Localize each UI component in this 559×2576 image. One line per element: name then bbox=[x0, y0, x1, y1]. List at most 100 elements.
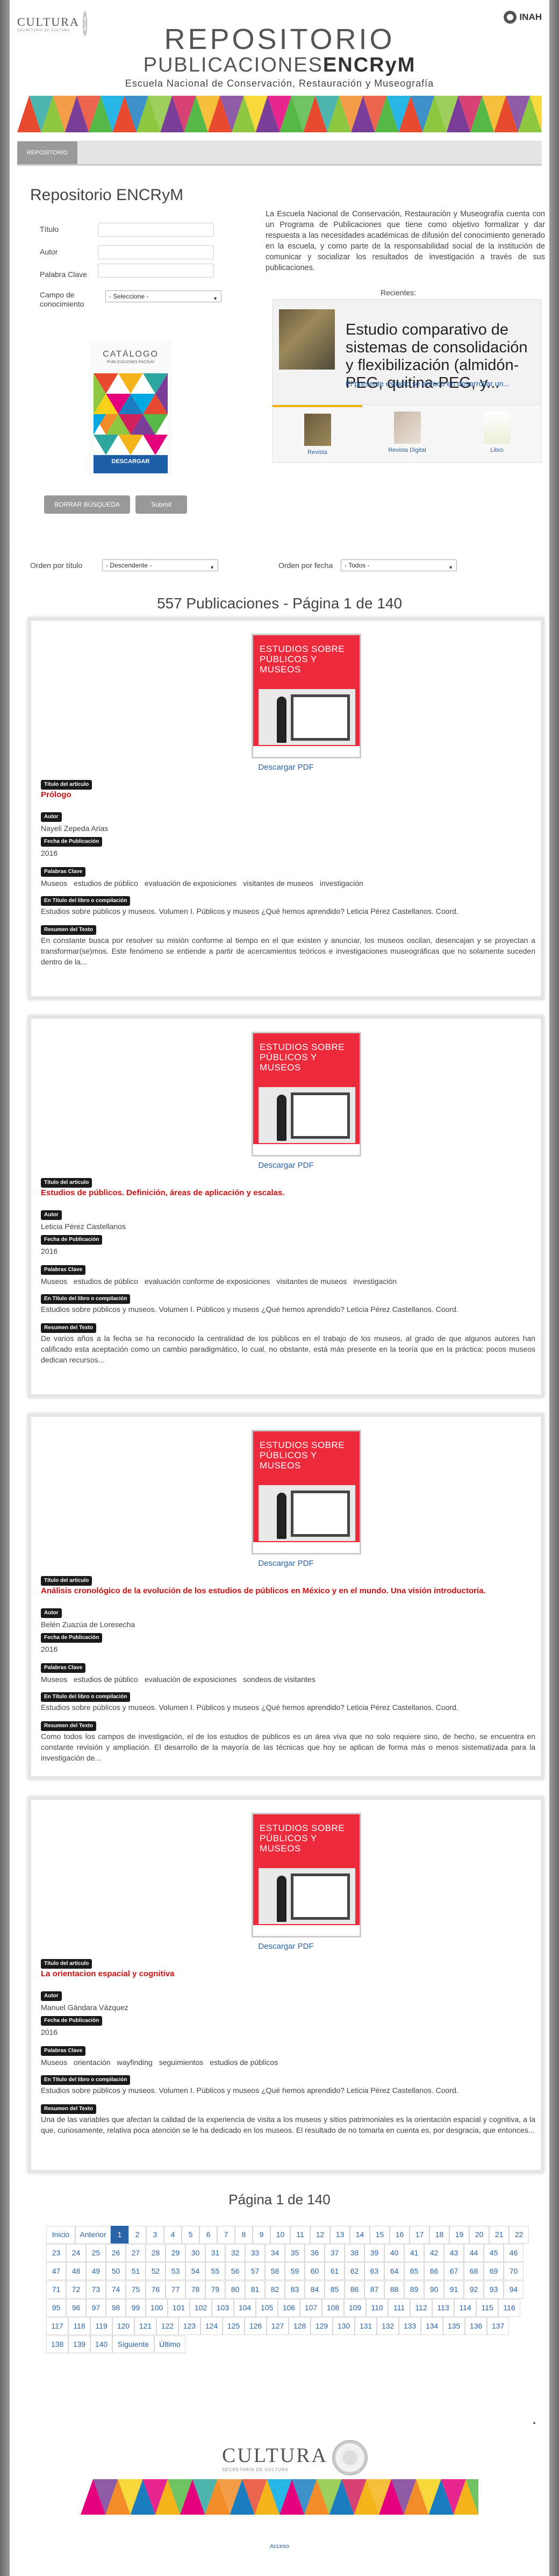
page-number-link[interactable]: 34 bbox=[265, 2244, 285, 2262]
page-number-link[interactable]: 19 bbox=[449, 2226, 469, 2244]
page-number-link[interactable]: 9 bbox=[253, 2226, 270, 2244]
page-number-link[interactable]: 110 bbox=[366, 2299, 388, 2317]
page-number-link[interactable]: 89 bbox=[404, 2281, 424, 2298]
page-number-link[interactable]: 118 bbox=[68, 2317, 90, 2335]
page-number-link[interactable]: 38 bbox=[345, 2244, 364, 2262]
page-number-link[interactable]: 88 bbox=[384, 2281, 404, 2298]
page-number-link[interactable]: 114 bbox=[454, 2299, 476, 2317]
page-number-link[interactable]: 133 bbox=[399, 2317, 421, 2335]
page-number-link[interactable]: 31 bbox=[205, 2244, 225, 2262]
submit-button[interactable]: Submit bbox=[135, 495, 187, 514]
article-title[interactable]: Análisis cronológico de la evolución de … bbox=[41, 1586, 535, 1596]
autor-input[interactable] bbox=[98, 245, 214, 259]
page-number-link[interactable]: 104 bbox=[234, 2299, 256, 2317]
palabra-clave-input[interactable] bbox=[98, 264, 214, 278]
page-number-link[interactable]: 122 bbox=[156, 2317, 178, 2335]
page-number-link[interactable]: 94 bbox=[504, 2281, 524, 2298]
page-number-link[interactable]: 87 bbox=[364, 2281, 384, 2298]
keyword[interactable]: investigación bbox=[353, 1277, 397, 1286]
page-number-link[interactable]: 101 bbox=[168, 2299, 190, 2317]
page-number-link[interactable]: 55 bbox=[205, 2262, 225, 2280]
page-number-link[interactable]: 119 bbox=[90, 2317, 112, 2335]
keyword[interactable]: evaluación de exposiciones bbox=[145, 1675, 236, 1684]
page-number-link[interactable]: 129 bbox=[311, 2317, 333, 2335]
page-number-link[interactable]: 16 bbox=[390, 2226, 410, 2244]
page-number-link[interactable]: 105 bbox=[256, 2299, 278, 2317]
page-number-link[interactable]: 100 bbox=[146, 2299, 168, 2317]
keyword[interactable]: visitantes de museos bbox=[243, 879, 313, 888]
page-number-link[interactable]: 107 bbox=[300, 2299, 322, 2317]
page-number-link[interactable]: 98 bbox=[106, 2299, 126, 2317]
page-number-link[interactable]: 86 bbox=[345, 2281, 364, 2298]
page-number-link[interactable]: 124 bbox=[200, 2317, 223, 2335]
page-number-link[interactable]: 15 bbox=[370, 2226, 390, 2244]
page-number-link[interactable]: 10 bbox=[270, 2226, 290, 2244]
page-number-link[interactable]: 83 bbox=[285, 2281, 305, 2298]
page-number-link[interactable]: 125 bbox=[223, 2317, 245, 2335]
keyword[interactable]: estudios de públicos bbox=[210, 2058, 278, 2067]
download-pdf-link[interactable]: Descargar PDF bbox=[31, 1559, 541, 1568]
page-number-link[interactable]: 140 bbox=[90, 2336, 112, 2353]
page-number-link[interactable]: 63 bbox=[364, 2262, 384, 2280]
page-number-link[interactable]: 2 bbox=[128, 2226, 146, 2244]
page-number-link[interactable]: 84 bbox=[305, 2281, 325, 2298]
page-number-link[interactable]: 5 bbox=[182, 2226, 199, 2244]
page-number-link[interactable]: 73 bbox=[86, 2281, 106, 2298]
page-number-link[interactable]: 79 bbox=[205, 2281, 225, 2298]
page-number-link[interactable]: 26 bbox=[106, 2244, 126, 2262]
page-number-link[interactable]: 66 bbox=[424, 2262, 444, 2280]
page-number-link[interactable]: 12 bbox=[310, 2226, 330, 2244]
page-number-link[interactable]: 60 bbox=[305, 2262, 325, 2280]
page-next-link[interactable]: Siguiente bbox=[112, 2336, 154, 2353]
page-number-link[interactable]: 28 bbox=[146, 2244, 166, 2262]
page-number-link[interactable]: 109 bbox=[344, 2299, 366, 2317]
page-number-link[interactable]: 37 bbox=[325, 2244, 345, 2262]
page-number-link[interactable]: 11 bbox=[290, 2226, 310, 2244]
page-number-link[interactable]: 14 bbox=[350, 2226, 370, 2244]
page-number-link[interactable]: 54 bbox=[185, 2262, 205, 2280]
page-last-link[interactable]: Último bbox=[154, 2336, 185, 2353]
page-number-link[interactable]: 80 bbox=[225, 2281, 245, 2298]
page-number-link[interactable]: 128 bbox=[289, 2317, 311, 2335]
page-first-link[interactable]: Inicio bbox=[46, 2226, 75, 2244]
page-number-link[interactable]: 90 bbox=[424, 2281, 444, 2298]
page-number-link[interactable]: 13 bbox=[330, 2226, 350, 2244]
page-number-link[interactable]: 93 bbox=[484, 2281, 504, 2298]
page-number-link[interactable]: 134 bbox=[421, 2317, 443, 2335]
page-number-link[interactable]: 85 bbox=[325, 2281, 345, 2298]
keyword[interactable]: wayfinding bbox=[117, 2058, 153, 2067]
page-number-link[interactable]: 36 bbox=[305, 2244, 325, 2262]
page-number-link[interactable]: 67 bbox=[444, 2262, 464, 2280]
page-number-link[interactable]: 112 bbox=[410, 2299, 432, 2317]
page-number-link[interactable]: 127 bbox=[267, 2317, 289, 2335]
page-number-link[interactable]: 48 bbox=[66, 2262, 86, 2280]
keyword[interactable]: estudios de público bbox=[74, 1675, 138, 1684]
page-number-link[interactable]: 3 bbox=[146, 2226, 164, 2244]
tab-revista-digital[interactable]: Revista Digital bbox=[362, 405, 452, 462]
page-number-link[interactable]: 7 bbox=[217, 2226, 235, 2244]
page-number-link[interactable]: 65 bbox=[404, 2262, 424, 2280]
page-number-link[interactable]: 137 bbox=[487, 2317, 509, 2335]
page-number-link[interactable]: 30 bbox=[185, 2244, 205, 2262]
download-pdf-link[interactable]: Descargar PDF bbox=[31, 1161, 541, 1170]
page-number-link[interactable]: 108 bbox=[322, 2299, 344, 2317]
page-number-link[interactable]: 39 bbox=[364, 2244, 384, 2262]
page-number-link[interactable]: 95 bbox=[46, 2299, 66, 2317]
page-number-link[interactable]: 130 bbox=[333, 2317, 355, 2335]
page-number-link[interactable]: 121 bbox=[134, 2317, 156, 2335]
page-number-link[interactable]: 75 bbox=[126, 2281, 146, 2298]
page-number-link[interactable]: 106 bbox=[278, 2299, 300, 2317]
page-number-link[interactable]: 96 bbox=[66, 2299, 86, 2317]
keyword[interactable]: estudios de público bbox=[74, 1277, 138, 1286]
page-number-link[interactable]: 25 bbox=[86, 2244, 106, 2262]
page-number-link[interactable]: 53 bbox=[166, 2262, 185, 2280]
page-number-link[interactable]: 33 bbox=[245, 2244, 265, 2262]
borrar-busqueda-button[interactable]: BORRAR BÚSQUEDA bbox=[44, 495, 130, 514]
page-number-link[interactable]: 47 bbox=[46, 2262, 66, 2280]
page-number-link[interactable]: 51 bbox=[126, 2262, 146, 2280]
recent-slider[interactable]: Estudio comparativo de sistemas de conso… bbox=[272, 299, 542, 413]
catalog-banner[interactable]: CATÁLOGO PUBLICACIONES ENCRyM DESCARGAR bbox=[89, 340, 172, 477]
page-number-link[interactable]: 72 bbox=[66, 2281, 86, 2298]
page-number-link[interactable]: 35 bbox=[285, 2244, 305, 2262]
page-number-link[interactable]: 77 bbox=[166, 2281, 185, 2298]
